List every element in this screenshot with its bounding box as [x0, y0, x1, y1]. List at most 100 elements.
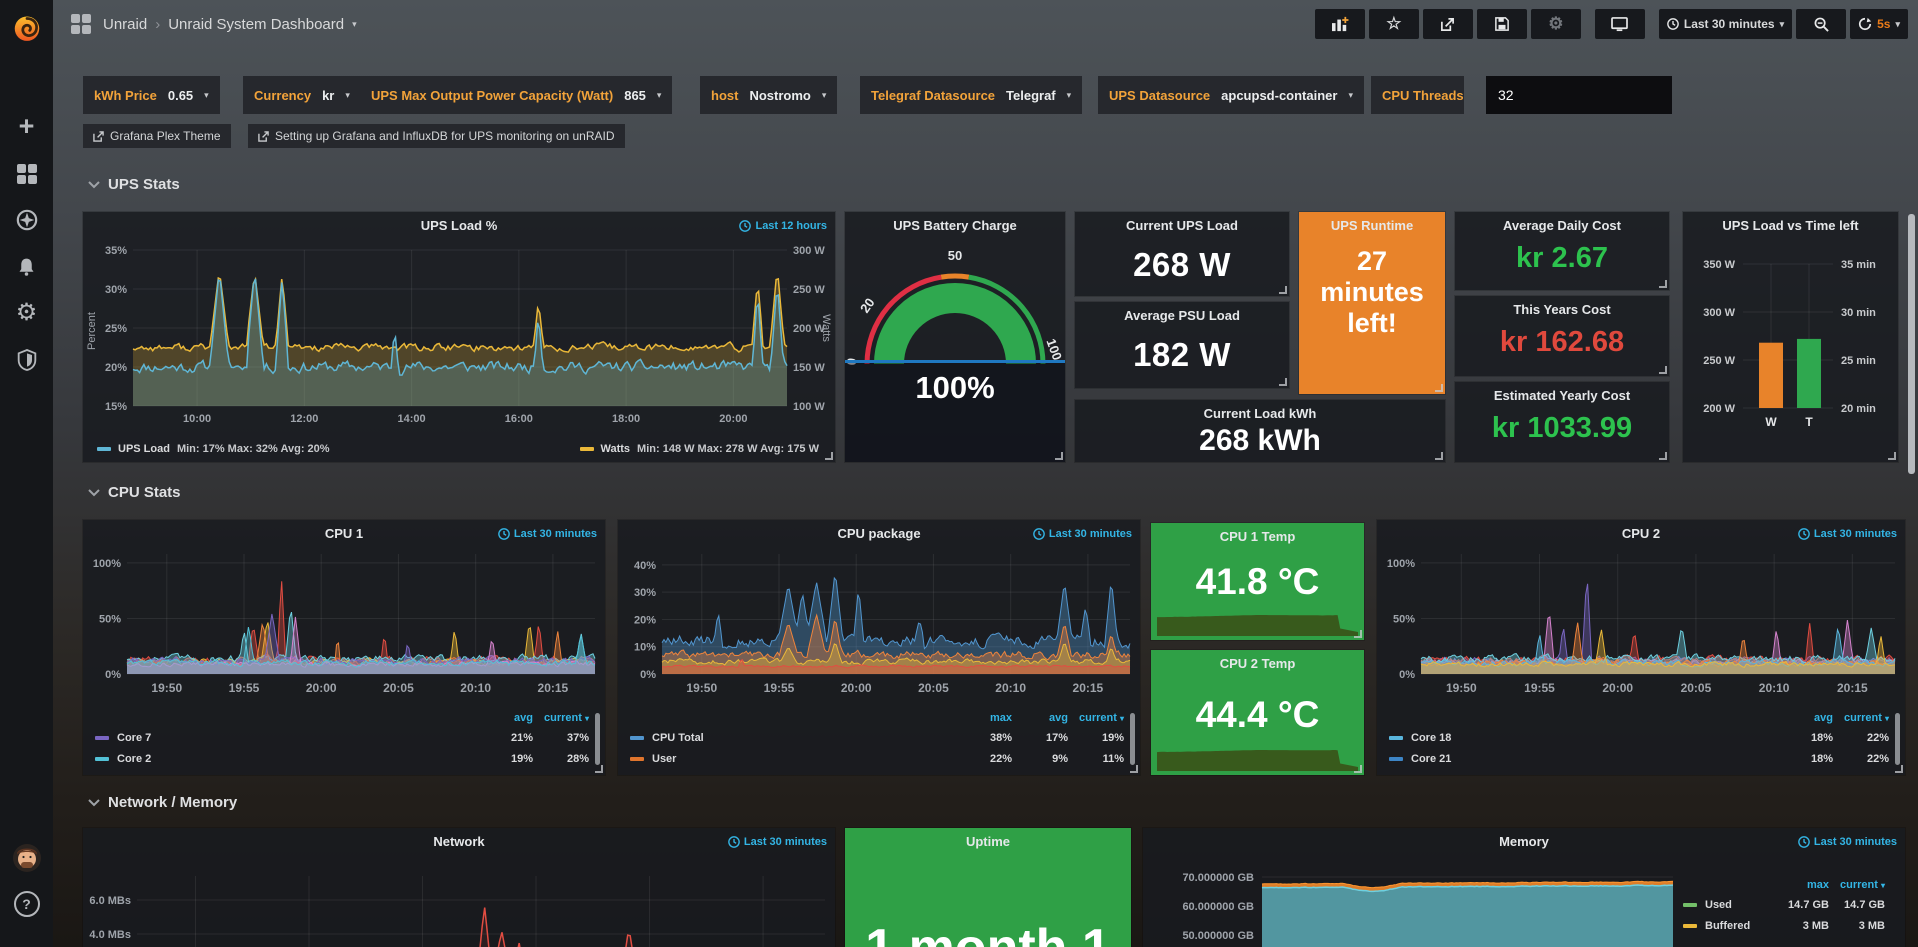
panel-ups-runtime: UPS Runtime 27 minutes left! — [1299, 212, 1445, 394]
panel-time-range[interactable]: Last 30 minutes — [1798, 528, 1897, 540]
panel-time-range[interactable]: Last 30 minutes — [1033, 528, 1132, 540]
ups-bar-chart[interactable]: 350 W35 min300 W30 min250 W25 min200 W20… — [1683, 234, 1898, 456]
panel-title[interactable]: UPS Battery Charge — [875, 218, 1035, 233]
alerting-bell-icon[interactable] — [0, 246, 53, 286]
svg-text:0%: 0% — [1399, 669, 1415, 681]
svg-text:250 W: 250 W — [1703, 355, 1735, 367]
svg-text:25 min: 25 min — [1841, 355, 1876, 367]
legend-scrollbar[interactable] — [1130, 713, 1135, 765]
page-scrollbar[interactable] — [1908, 214, 1915, 474]
share-dashboard-button[interactable] — [1423, 9, 1473, 39]
svg-text:12:00: 12:00 — [290, 413, 318, 425]
grafana-logo-icon[interactable] — [0, 6, 53, 50]
legend-scrollbar[interactable] — [1895, 713, 1900, 765]
cpu-package-chart[interactable]: 40%30%20%10%0%19:5019:5520:0020:0520:102… — [618, 542, 1140, 706]
panel-title[interactable]: UPS Runtime — [1329, 218, 1415, 233]
panel-average-psu-load: Average PSU Load 182 W — [1075, 302, 1289, 388]
section-cpu-stats[interactable]: CPU Stats — [88, 484, 181, 501]
breadcrumb-app[interactable]: Unraid — [103, 16, 147, 33]
svg-text:50%: 50% — [1393, 613, 1415, 625]
cpu-package-legend[interactable]: maxavgcurrent ▾CPU Total38%17%19%User22%… — [630, 709, 1124, 769]
panel-title[interactable]: Memory — [1173, 834, 1875, 849]
configuration-gear-icon[interactable]: ⚙ — [0, 292, 53, 332]
legend-watts[interactable]: Watts — [601, 443, 631, 455]
caret-down-icon[interactable]: ▾ — [352, 19, 357, 30]
svg-text:14:00: 14:00 — [398, 413, 426, 425]
panel-title[interactable]: Current Load kWh — [1105, 406, 1415, 421]
cpu1-legend[interactable]: avgcurrent ▾Core 721%37%Core 219%28% — [95, 709, 589, 769]
cpu2-legend[interactable]: avgcurrent ▾Core 1818%22%Core 2118%22% — [1389, 709, 1889, 769]
help-icon[interactable]: ? — [0, 884, 53, 924]
cpu1-chart[interactable]: 100%50%0%19:5019:5520:0020:0520:1020:15 — [83, 542, 605, 706]
svg-text:0%: 0% — [105, 669, 121, 681]
variable-cpu-threads-label: CPU Threads — [1371, 76, 1464, 114]
panel-title[interactable]: Current UPS Load — [1105, 218, 1259, 233]
ups-load-chart[interactable]: 35%300 W30%250 W25%200 W20%150 W15%100 W… — [83, 236, 835, 432]
svg-text:20:10: 20:10 — [460, 681, 491, 695]
panel-time-range[interactable]: Last 30 minutes — [728, 836, 827, 848]
create-icon[interactable]: + — [0, 106, 53, 146]
panel-time-range[interactable]: Last 12 hours — [739, 220, 827, 232]
svg-text:25%: 25% — [105, 323, 127, 335]
cpu-threads-input[interactable] — [1486, 76, 1672, 114]
legend-ups-load[interactable]: UPS Load — [118, 443, 170, 455]
page-title[interactable]: Unraid System Dashboard — [168, 16, 344, 33]
panel-title[interactable]: Average PSU Load — [1105, 308, 1259, 323]
panel-title[interactable]: UPS Load vs Time left — [1713, 218, 1868, 233]
dashboard-grid-icon — [71, 14, 91, 34]
variable-currency[interactable]: Currencykr▾ — [243, 76, 361, 114]
dashboard-settings-button[interactable]: ⚙ — [1531, 9, 1581, 39]
svg-text:20%: 20% — [634, 614, 656, 626]
section-network-memory[interactable]: Network / Memory — [88, 794, 237, 811]
panel-title[interactable]: Estimated Yearly Cost — [1485, 388, 1639, 403]
cycle-view-mode-button[interactable] — [1595, 9, 1645, 39]
panel-title[interactable]: This Years Cost — [1485, 302, 1639, 317]
panel-title[interactable]: CPU 1 Temp — [1181, 529, 1334, 544]
add-panel-button[interactable] — [1315, 9, 1365, 39]
svg-text:20%: 20% — [105, 362, 127, 374]
panel-title[interactable]: UPS Load % — [113, 218, 805, 233]
svg-text:70.000000 GB: 70.000000 GB — [1182, 872, 1254, 884]
svg-text:20:15: 20:15 — [1073, 681, 1104, 695]
panel-uptime: Uptime 1 month 1 — [845, 828, 1131, 947]
panel-title[interactable]: Uptime — [875, 834, 1101, 849]
link-ups-monitoring-guide[interactable]: Setting up Grafana and InfluxDB for UPS … — [248, 124, 625, 148]
variable-telegraf-datasource[interactable]: Telegraf DatasourceTelegraf▾ — [860, 76, 1082, 114]
section-ups-stats[interactable]: UPS Stats — [88, 176, 180, 193]
panel-title[interactable]: CPU 2 Temp — [1181, 656, 1334, 671]
panel-time-range[interactable]: Last 30 minutes — [1798, 836, 1897, 848]
explore-compass-icon[interactable] — [0, 200, 53, 240]
svg-text:20: 20 — [857, 295, 878, 315]
svg-text:Percent: Percent — [86, 312, 98, 350]
dashboards-icon[interactable] — [0, 154, 53, 194]
legend-scrollbar[interactable] — [595, 713, 600, 765]
panel-time-range[interactable]: Last 30 minutes — [498, 528, 597, 540]
panel-average-daily-cost: Average Daily Cost kr 2.67 — [1455, 212, 1669, 290]
variable-ups-max-power[interactable]: UPS Max Output Power Capacity (Watt)865▾ — [360, 76, 672, 114]
time-range-picker[interactable]: Last 30 minutes ▾ — [1659, 9, 1792, 39]
caret-down-icon: ▾ — [1067, 90, 1072, 101]
memory-chart[interactable]: 70.000000 GB60.000000 GB50.000000 GB — [1143, 852, 1673, 947]
link-grafana-plex-theme[interactable]: Grafana Plex Theme — [83, 124, 231, 148]
memory-legend[interactable]: maxcurrent ▾Used14.7 GB14.7 GBBuffered3 … — [1683, 876, 1885, 936]
svg-text:60.000000 GB: 60.000000 GB — [1182, 901, 1254, 913]
variable-ups-datasource[interactable]: UPS Datasourceapcupsd-container▾ — [1098, 76, 1364, 114]
zoom-out-time-button[interactable] — [1796, 9, 1846, 39]
panel-title[interactable]: Average Daily Cost — [1485, 218, 1639, 233]
cpu2-chart[interactable]: 100%50%0%19:5019:5520:0020:0520:1020:15 — [1377, 542, 1905, 706]
panel-title[interactable]: Network — [113, 834, 805, 849]
chevron-down-icon — [88, 489, 100, 497]
variable-host[interactable]: hostNostromo▾ — [700, 76, 837, 114]
variable-kwh-price[interactable]: kWh Price0.65▾ — [83, 76, 220, 114]
svg-text:35%: 35% — [105, 245, 127, 257]
svg-text:16:00: 16:00 — [505, 413, 533, 425]
stat-value: 268 kWh — [1075, 424, 1445, 458]
network-chart[interactable]: 6.0 MBs4.0 MBs2.0 MBs — [83, 852, 835, 947]
svg-text:30%: 30% — [634, 587, 656, 599]
user-avatar[interactable] — [0, 838, 53, 878]
save-dashboard-button[interactable] — [1477, 9, 1527, 39]
star-dashboard-button[interactable]: ☆ — [1369, 9, 1419, 39]
grafana-dashboard: + ⚙ ? Unraid › Unraid System Dashboard ▾ — [0, 0, 1918, 947]
refresh-picker[interactable]: 5s ▾ — [1850, 9, 1908, 39]
server-admin-shield-icon[interactable] — [0, 340, 53, 380]
